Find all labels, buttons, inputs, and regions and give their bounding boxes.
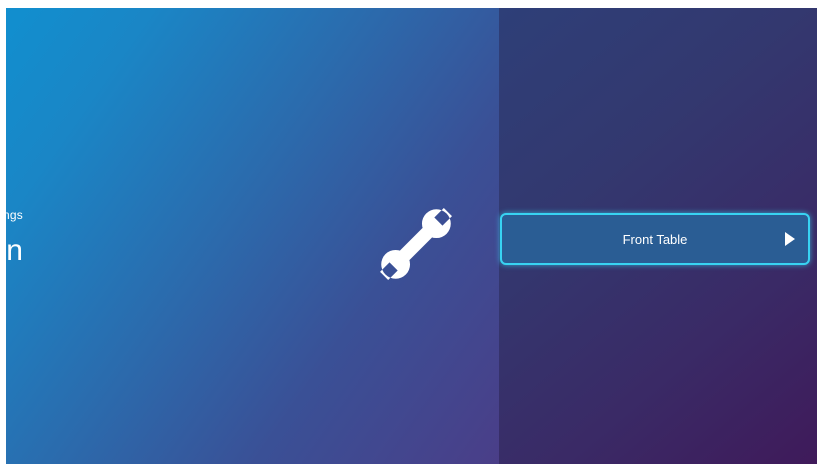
- screen: Settings Installation Front Table: [6, 8, 817, 464]
- play-arrow-icon: [785, 232, 795, 246]
- breadcrumb-settings: Settings: [6, 208, 23, 222]
- category-panel: Settings Installation: [6, 8, 499, 464]
- page-title: Installation: [6, 234, 23, 267]
- menu-item-front-table[interactable]: Front Table: [500, 213, 810, 265]
- wrench-icon: [380, 208, 452, 280]
- menu-item-label: Front Table: [622, 232, 688, 247]
